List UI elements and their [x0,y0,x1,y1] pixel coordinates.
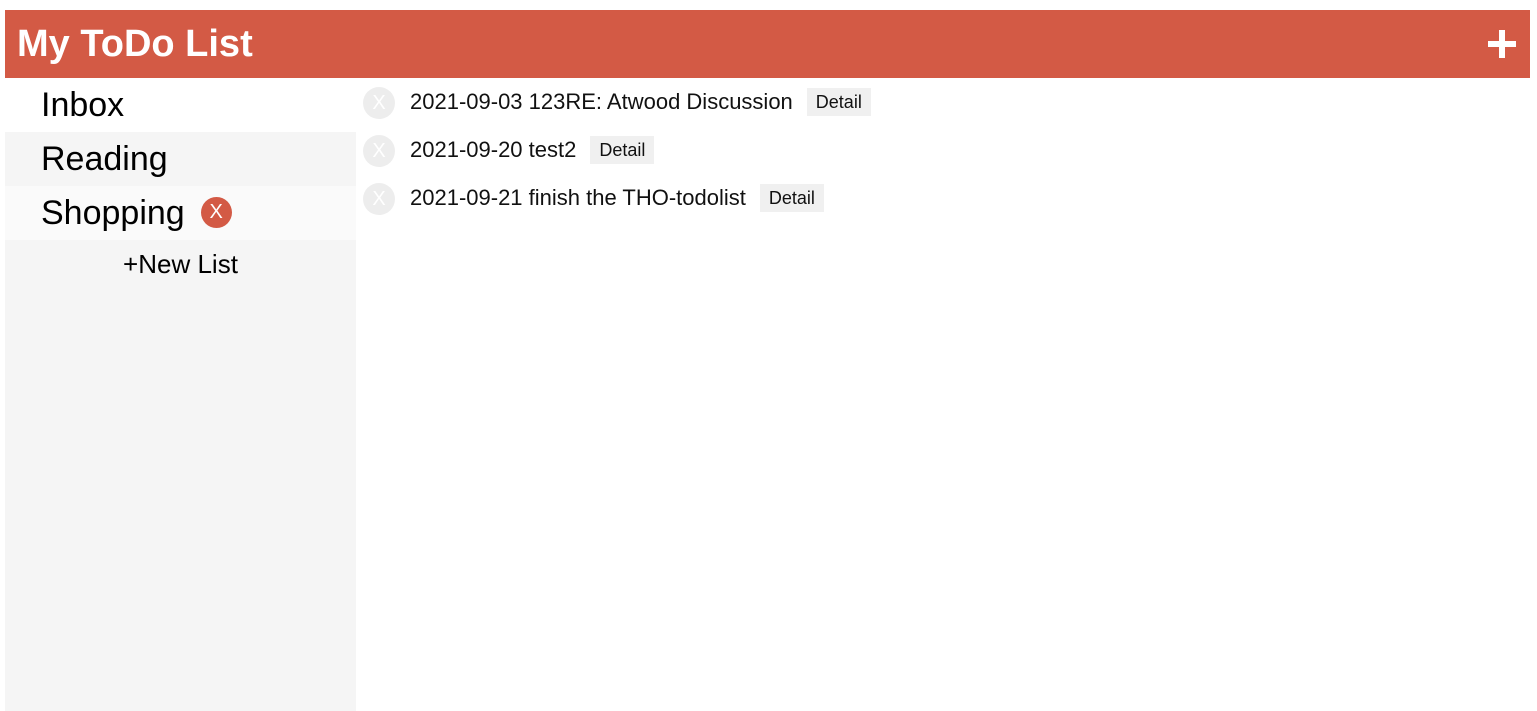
detail-button[interactable]: Detail [759,184,824,212]
add-todo-button[interactable] [1484,22,1520,66]
sidebar-item-inbox[interactable]: Inbox [5,78,356,132]
sidebar-item-reading[interactable]: Reading [5,132,356,186]
todo-item-row: 2021-09-03 123RE: Atwood Discussion Detai… [410,88,871,116]
todo-text: 2021-09-03 123RE: Atwood Discussion [410,89,793,114]
sidebar: Inbox Reading Shopping X +New List [5,78,356,711]
todo-item-row: 2021-09-21 finish the THO-todolist Detail [410,184,824,212]
todo-item-row: 2021-09-20 test2 Detail [410,136,655,164]
todo-list: X 2021-09-03 123RE: Atwood Discussion Det… [356,78,1530,711]
sidebar-item-label: Inbox [41,86,125,124]
todo-text: 2021-09-20 test2 [410,137,577,162]
detail-button[interactable]: Detail [590,136,655,164]
todo-item: X 2021-09-20 test2 Detail [356,126,1530,174]
app-header: My ToDo List [5,10,1530,78]
new-list-button[interactable]: +New List [5,240,356,288]
plus-icon [1488,30,1516,58]
delete-list-button[interactable]: X [200,197,232,228]
new-list-label: +New List [123,249,238,279]
complete-todo-button[interactable]: X [363,135,395,167]
sidebar-item-shopping[interactable]: Shopping X [5,186,356,240]
todo-item: X 2021-09-03 123RE: Atwood Discussion Det… [356,78,1530,126]
app-title: My ToDo List [17,23,253,65]
sidebar-item-label: Reading [41,140,168,178]
todo-text: 2021-09-21 finish the THO-todolist [410,185,746,210]
complete-todo-button[interactable]: X [363,183,395,215]
todo-item: X 2021-09-21 finish the THO-todolist Deta… [356,174,1530,222]
todo-app: My ToDo List Inbox Reading Shopping X +Ne… [5,10,1530,711]
sidebar-item-label: Shopping [41,194,185,232]
complete-todo-button[interactable]: X [363,87,395,119]
detail-button[interactable]: Detail [806,88,871,116]
